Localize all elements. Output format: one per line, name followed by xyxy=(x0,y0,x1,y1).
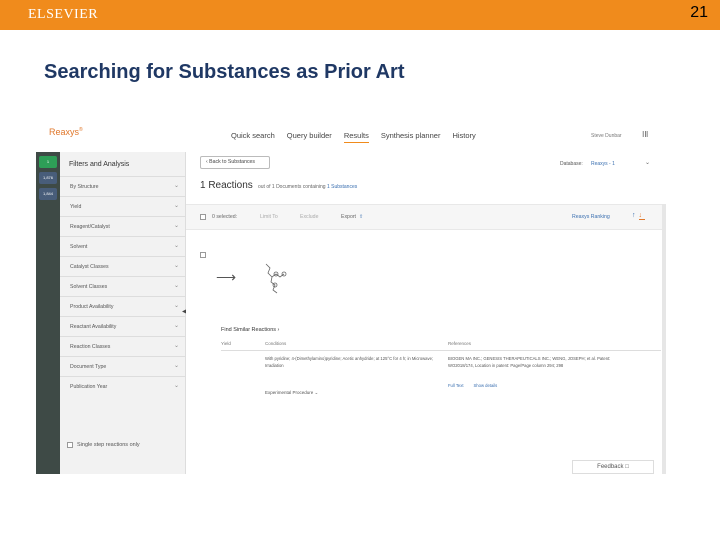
substances-link[interactable]: 1 Substances xyxy=(327,184,357,190)
select-all-checkbox[interactable] xyxy=(200,214,206,222)
nav-results[interactable]: Results xyxy=(343,131,369,143)
filter-publication-year[interactable]: Publication Year ⌄ xyxy=(60,376,186,396)
reference-links: Full Text Show details xyxy=(448,383,497,388)
show-details-link[interactable]: Show details xyxy=(474,383,498,388)
limit-to-button[interactable]: Limit To xyxy=(260,214,278,220)
chevron-down-icon: ⌄ xyxy=(173,183,179,189)
chevron-down-icon: ⌄ xyxy=(173,243,179,249)
chevron-down-icon: ⌄ xyxy=(173,263,179,269)
single-step-option[interactable]: Single step reactions only xyxy=(67,442,140,448)
chevron-down-icon[interactable]: ⌄ xyxy=(645,159,650,166)
conditions-text: With pyridine; 4-(Dimethylamino)pyridine… xyxy=(265,356,434,368)
export-icon[interactable]: ⇧ xyxy=(359,214,363,220)
top-navigation: Quick search Query builder Results Synth… xyxy=(231,131,476,143)
filter-reagent-catalyst[interactable]: Reagent/Catalyst ⌄ xyxy=(60,216,186,236)
filter-reaction-classes[interactable]: Reaction Classes ⌄ xyxy=(60,336,186,356)
reaxys-screenshot: Reaxys® Quick search Query builder Resul… xyxy=(36,118,666,474)
full-text-link[interactable]: Full Text xyxy=(448,383,464,388)
app-header: Reaxys® Quick search Query builder Resul… xyxy=(36,118,666,152)
filters-title: Filters and Analysis xyxy=(69,161,130,168)
nav-query-builder[interactable]: Query builder xyxy=(287,131,332,143)
chevron-down-icon: ⌄ xyxy=(173,363,179,369)
chevron-down-icon: ⌄ xyxy=(173,323,179,329)
filter-product-availability[interactable]: Product Availability ⌄ xyxy=(60,296,186,316)
filter-solvent-classes[interactable]: Solvent Classes ⌄ xyxy=(60,276,186,296)
query-rail: 1 1,876 1,844 xyxy=(36,152,60,474)
slide-number: 21 xyxy=(690,4,708,21)
rail-query-2[interactable]: 1,876 xyxy=(39,172,57,184)
chevron-down-icon: ⌄ xyxy=(173,223,179,229)
reaction-arrow-icon: ⟶ xyxy=(216,269,237,285)
back-to-substances-button[interactable]: ‹ Back to Substances xyxy=(200,156,270,169)
column-references: References xyxy=(448,341,472,346)
database-select[interactable]: Reaxys - 1 xyxy=(591,161,615,167)
export-button[interactable]: Export xyxy=(341,214,356,220)
results-main: ‹ Back to Substances Database: Reaxys - … xyxy=(186,152,666,474)
help-icon[interactable]: ⅠⅡ xyxy=(642,130,648,139)
rail-query-1[interactable]: 1 xyxy=(39,156,57,168)
filter-solvent[interactable]: Solvent ⌄ xyxy=(60,236,186,256)
experimental-procedure-toggle[interactable]: Experimental Procedure ⌄ xyxy=(265,390,318,396)
chevron-down-icon: ⌄ xyxy=(173,203,179,209)
elsevier-logo: ELSEVIER xyxy=(28,7,99,22)
filter-reactant-availability[interactable]: Reactant Availability ⌄ xyxy=(60,316,186,336)
find-similar-reactions[interactable]: Find Similar Reactions › xyxy=(221,327,279,333)
result-count: 1 Reactions xyxy=(200,180,253,191)
chat-icon: □ xyxy=(625,464,629,470)
nav-history[interactable]: History xyxy=(452,131,475,143)
filter-yield[interactable]: Yield ⌄ xyxy=(60,196,186,216)
nav-quick-search[interactable]: Quick search xyxy=(231,131,275,143)
chevron-down-icon: ⌄ xyxy=(173,383,179,389)
reaction-columns: Yield Conditions References xyxy=(221,341,661,351)
slide-title: Searching for Substances as Prior Art xyxy=(44,61,405,83)
result-subtitle: out of 1 Documents containing 1 Substanc… xyxy=(258,184,358,190)
single-step-checkbox[interactable] xyxy=(67,442,73,448)
column-conditions: Conditions xyxy=(265,341,287,346)
sort-direction[interactable]: ↑↓ xyxy=(632,212,645,220)
references-text: BIOGEN MA INC.; GENESIS THERAPEUTICALS I… xyxy=(448,356,611,368)
reaction-checkbox[interactable] xyxy=(200,245,206,263)
filter-document-type[interactable]: Document Type ⌄ xyxy=(60,356,186,376)
selected-count: 0 selected: xyxy=(212,214,238,220)
filter-by-structure[interactable]: By Structure ⌄ xyxy=(60,176,186,196)
reaxys-logo[interactable]: Reaxys® xyxy=(49,127,83,137)
sort-descending-icon: ↓ xyxy=(638,212,645,220)
feedback-button[interactable]: Feedback □ xyxy=(572,460,654,474)
nav-synthesis-planner[interactable]: Synthesis planner xyxy=(381,131,441,143)
user-name[interactable]: Steve Dunbar xyxy=(591,133,622,139)
filter-catalyst-classes[interactable]: Catalyst Classes ⌄ xyxy=(60,256,186,276)
product-structure-image[interactable] xyxy=(256,258,296,302)
chevron-down-icon: ⌄ xyxy=(173,283,179,289)
scrollbar[interactable] xyxy=(662,204,666,474)
chevron-down-icon: ⌄ xyxy=(173,303,179,309)
rail-query-3[interactable]: 1,844 xyxy=(39,188,57,200)
sort-select[interactable]: Reaxys Ranking xyxy=(572,214,610,220)
filters-panel: Filters and Analysis By Structure ⌄ Yield… xyxy=(60,152,186,474)
chevron-down-icon: ⌄ xyxy=(173,343,179,349)
slide-header-bar: ELSEVIER xyxy=(0,0,720,30)
single-step-label: Single step reactions only xyxy=(77,442,140,448)
results-toolbar: 0 selected: Limit To Exclude Export ⇧ Re… xyxy=(186,204,666,230)
database-label: Database: xyxy=(560,161,583,167)
exclude-button[interactable]: Exclude xyxy=(300,214,318,220)
column-yield: Yield xyxy=(221,341,231,346)
sort-ascending-icon: ↑ xyxy=(632,212,639,219)
